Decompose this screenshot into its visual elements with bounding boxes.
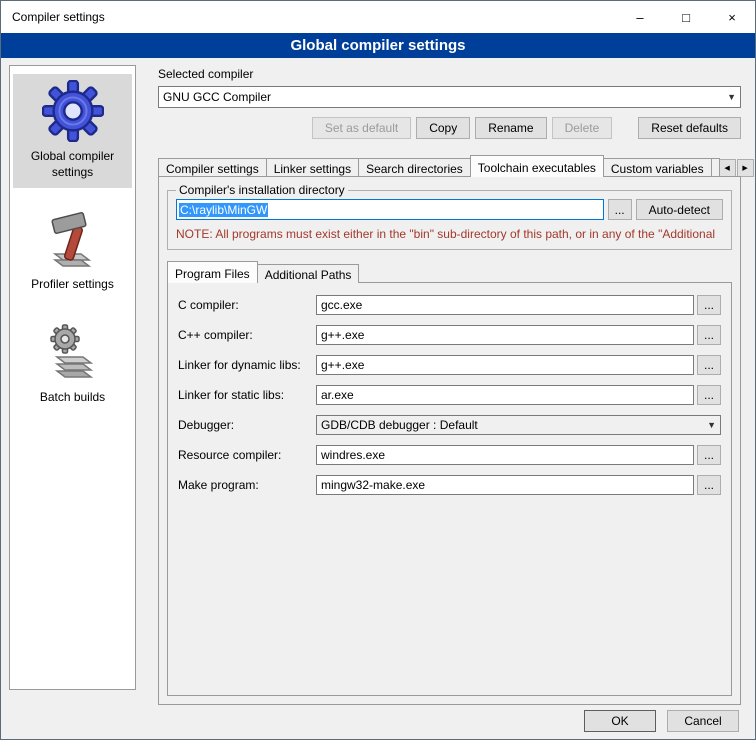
dialog-footer: OK Cancel [584, 710, 739, 732]
window-title: Compiler settings [1, 10, 617, 24]
debugger-select[interactable]: GDB/CDB debugger : Default ▼ [316, 415, 721, 435]
resource-compiler-input[interactable] [316, 445, 694, 465]
tab-toolchain-executables[interactable]: Toolchain executables [470, 155, 604, 177]
tab-search-directories[interactable]: Search directories [358, 158, 471, 177]
main-area: Selected compiler GNU GCC Compiler ▼ Set… [158, 63, 741, 705]
copy-button[interactable]: Copy [416, 117, 470, 139]
toolchain-executables-panel: Compiler's installation directory C:\ray… [158, 176, 741, 705]
compiler-select[interactable]: GNU GCC Compiler ▼ [158, 86, 741, 108]
field-row-linker-static: Linker for static libs: ... [178, 385, 721, 405]
browse-path-button[interactable]: ... [608, 199, 632, 220]
settings-sidebar: Global compiler settings Profiler settin… [9, 65, 136, 690]
subtab-program-files[interactable]: Program Files [167, 261, 258, 283]
field-label: Debugger: [178, 418, 316, 432]
browse-button[interactable]: ... [697, 445, 721, 465]
browse-button[interactable]: ... [697, 325, 721, 345]
browse-button[interactable]: ... [697, 475, 721, 495]
rename-button[interactable]: Rename [475, 117, 546, 139]
field-row-debugger: Debugger: GDB/CDB debugger : Default ▼ [178, 415, 721, 435]
installation-directory-group-title: Compiler's installation directory [176, 183, 348, 197]
delete-button[interactable]: Delete [552, 117, 613, 139]
field-row-linker-dynamic: Linker for dynamic libs: ... [178, 355, 721, 375]
tab-strip: Compiler settings Linker settings Search… [158, 155, 741, 177]
sidebar-item-label: Profiler settings [31, 277, 114, 293]
chevron-down-icon: ▼ [727, 92, 736, 102]
profiler-icon [45, 210, 101, 270]
installation-path-row: C:\raylib\MinGW ... Auto-detect [176, 199, 723, 220]
field-row-make-program: Make program: ... [178, 475, 721, 495]
gear-icon [42, 80, 104, 142]
sidebar-item-label: Batch builds [40, 390, 105, 406]
linker-static-input[interactable] [316, 385, 694, 405]
tab-build-options[interactable]: Builc [711, 158, 720, 177]
tab-scroll-right-button[interactable]: ▶ [737, 159, 754, 177]
make-program-input[interactable] [316, 475, 694, 495]
browse-button[interactable]: ... [697, 355, 721, 375]
ok-button[interactable]: OK [584, 710, 656, 732]
compiler-select-value: GNU GCC Compiler [163, 90, 271, 104]
subtab-additional-paths[interactable]: Additional Paths [257, 264, 360, 283]
debugger-select-value: GDB/CDB debugger : Default [321, 418, 478, 432]
cancel-button[interactable]: Cancel [667, 710, 739, 732]
reset-defaults-button[interactable]: Reset defaults [638, 117, 741, 139]
field-row-cpp-compiler: C++ compiler: ... [178, 325, 721, 345]
compiler-settings-dialog: Compiler settings – □ × Global compiler … [0, 0, 756, 740]
sidebar-item-profiler-settings[interactable]: Profiler settings [13, 204, 132, 301]
tab-scroll-arrows: ◀ ▶ [719, 159, 754, 177]
field-label: Make program: [178, 478, 316, 492]
browse-button[interactable]: ... [697, 385, 721, 405]
minimize-button[interactable]: – [617, 2, 663, 33]
field-label: C++ compiler: [178, 328, 316, 342]
field-label: Resource compiler: [178, 448, 316, 462]
program-files-panel: C compiler: ... C++ compiler: ... Linker… [167, 282, 732, 696]
installation-path-input[interactable]: C:\raylib\MinGW [176, 199, 604, 220]
compiler-button-row: Set as default Copy Rename Delete Reset … [158, 117, 741, 139]
selected-compiler-label: Selected compiler [158, 67, 741, 81]
tab-linker-settings[interactable]: Linker settings [266, 158, 359, 177]
field-row-resource-compiler: Resource compiler: ... [178, 445, 721, 465]
tab-compiler-settings[interactable]: Compiler settings [158, 158, 267, 177]
tab-scroll-left-button[interactable]: ◀ [719, 159, 736, 177]
browse-button[interactable]: ... [697, 295, 721, 315]
installation-path-selected-text: C:\raylib\MinGW [179, 203, 268, 217]
cpp-compiler-input[interactable] [316, 325, 694, 345]
close-button[interactable]: × [709, 2, 755, 33]
sidebar-item-label: Global compiler settings [15, 149, 130, 180]
subtab-strip: Program Files Additional Paths [167, 262, 732, 283]
note-text: NOTE: All programs must exist either in … [176, 227, 723, 241]
chevron-down-icon: ▼ [707, 420, 716, 430]
field-label: Linker for dynamic libs: [178, 358, 316, 372]
maximize-button[interactable]: □ [663, 2, 709, 33]
installation-directory-group: Compiler's installation directory C:\ray… [167, 183, 732, 250]
field-row-c-compiler: C compiler: ... [178, 295, 721, 315]
field-label: C compiler: [178, 298, 316, 312]
set-as-default-button[interactable]: Set as default [312, 117, 411, 139]
c-compiler-input[interactable] [316, 295, 694, 315]
sidebar-item-batch-builds[interactable]: Batch builds [13, 317, 132, 414]
field-label: Linker for static libs: [178, 388, 316, 402]
dialog-header: Global compiler settings [1, 33, 755, 58]
tab-custom-variables[interactable]: Custom variables [603, 158, 712, 177]
auto-detect-button[interactable]: Auto-detect [636, 199, 723, 220]
window-titlebar: Compiler settings – □ × [1, 1, 755, 33]
batch-builds-icon [45, 323, 101, 383]
linker-dynamic-input[interactable] [316, 355, 694, 375]
sidebar-item-global-compiler-settings[interactable]: Global compiler settings [13, 74, 132, 188]
